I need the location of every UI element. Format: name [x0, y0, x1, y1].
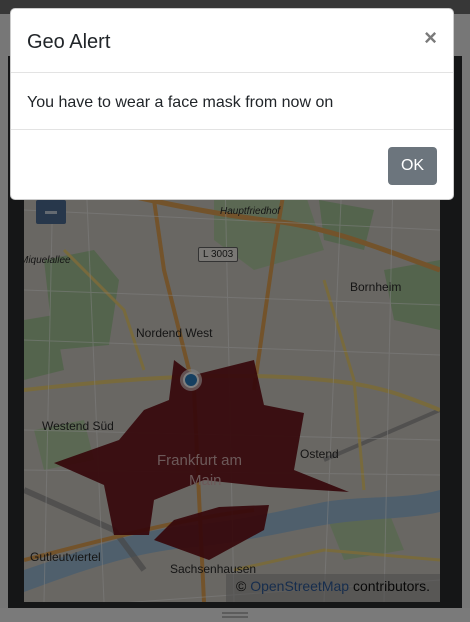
modal-title: Geo Alert [27, 31, 111, 53]
modal-body: You have to wear a face mask from now on [11, 73, 453, 130]
alert-message: You have to wear a face mask from now on [27, 94, 334, 111]
ok-button[interactable]: OK [388, 147, 437, 185]
modal-footer: OK [11, 130, 453, 201]
close-icon[interactable]: × [424, 27, 437, 49]
geo-alert-dialog: Geo Alert × You have to wear a face mask… [10, 8, 454, 200]
modal-header: Geo Alert × [11, 9, 453, 73]
